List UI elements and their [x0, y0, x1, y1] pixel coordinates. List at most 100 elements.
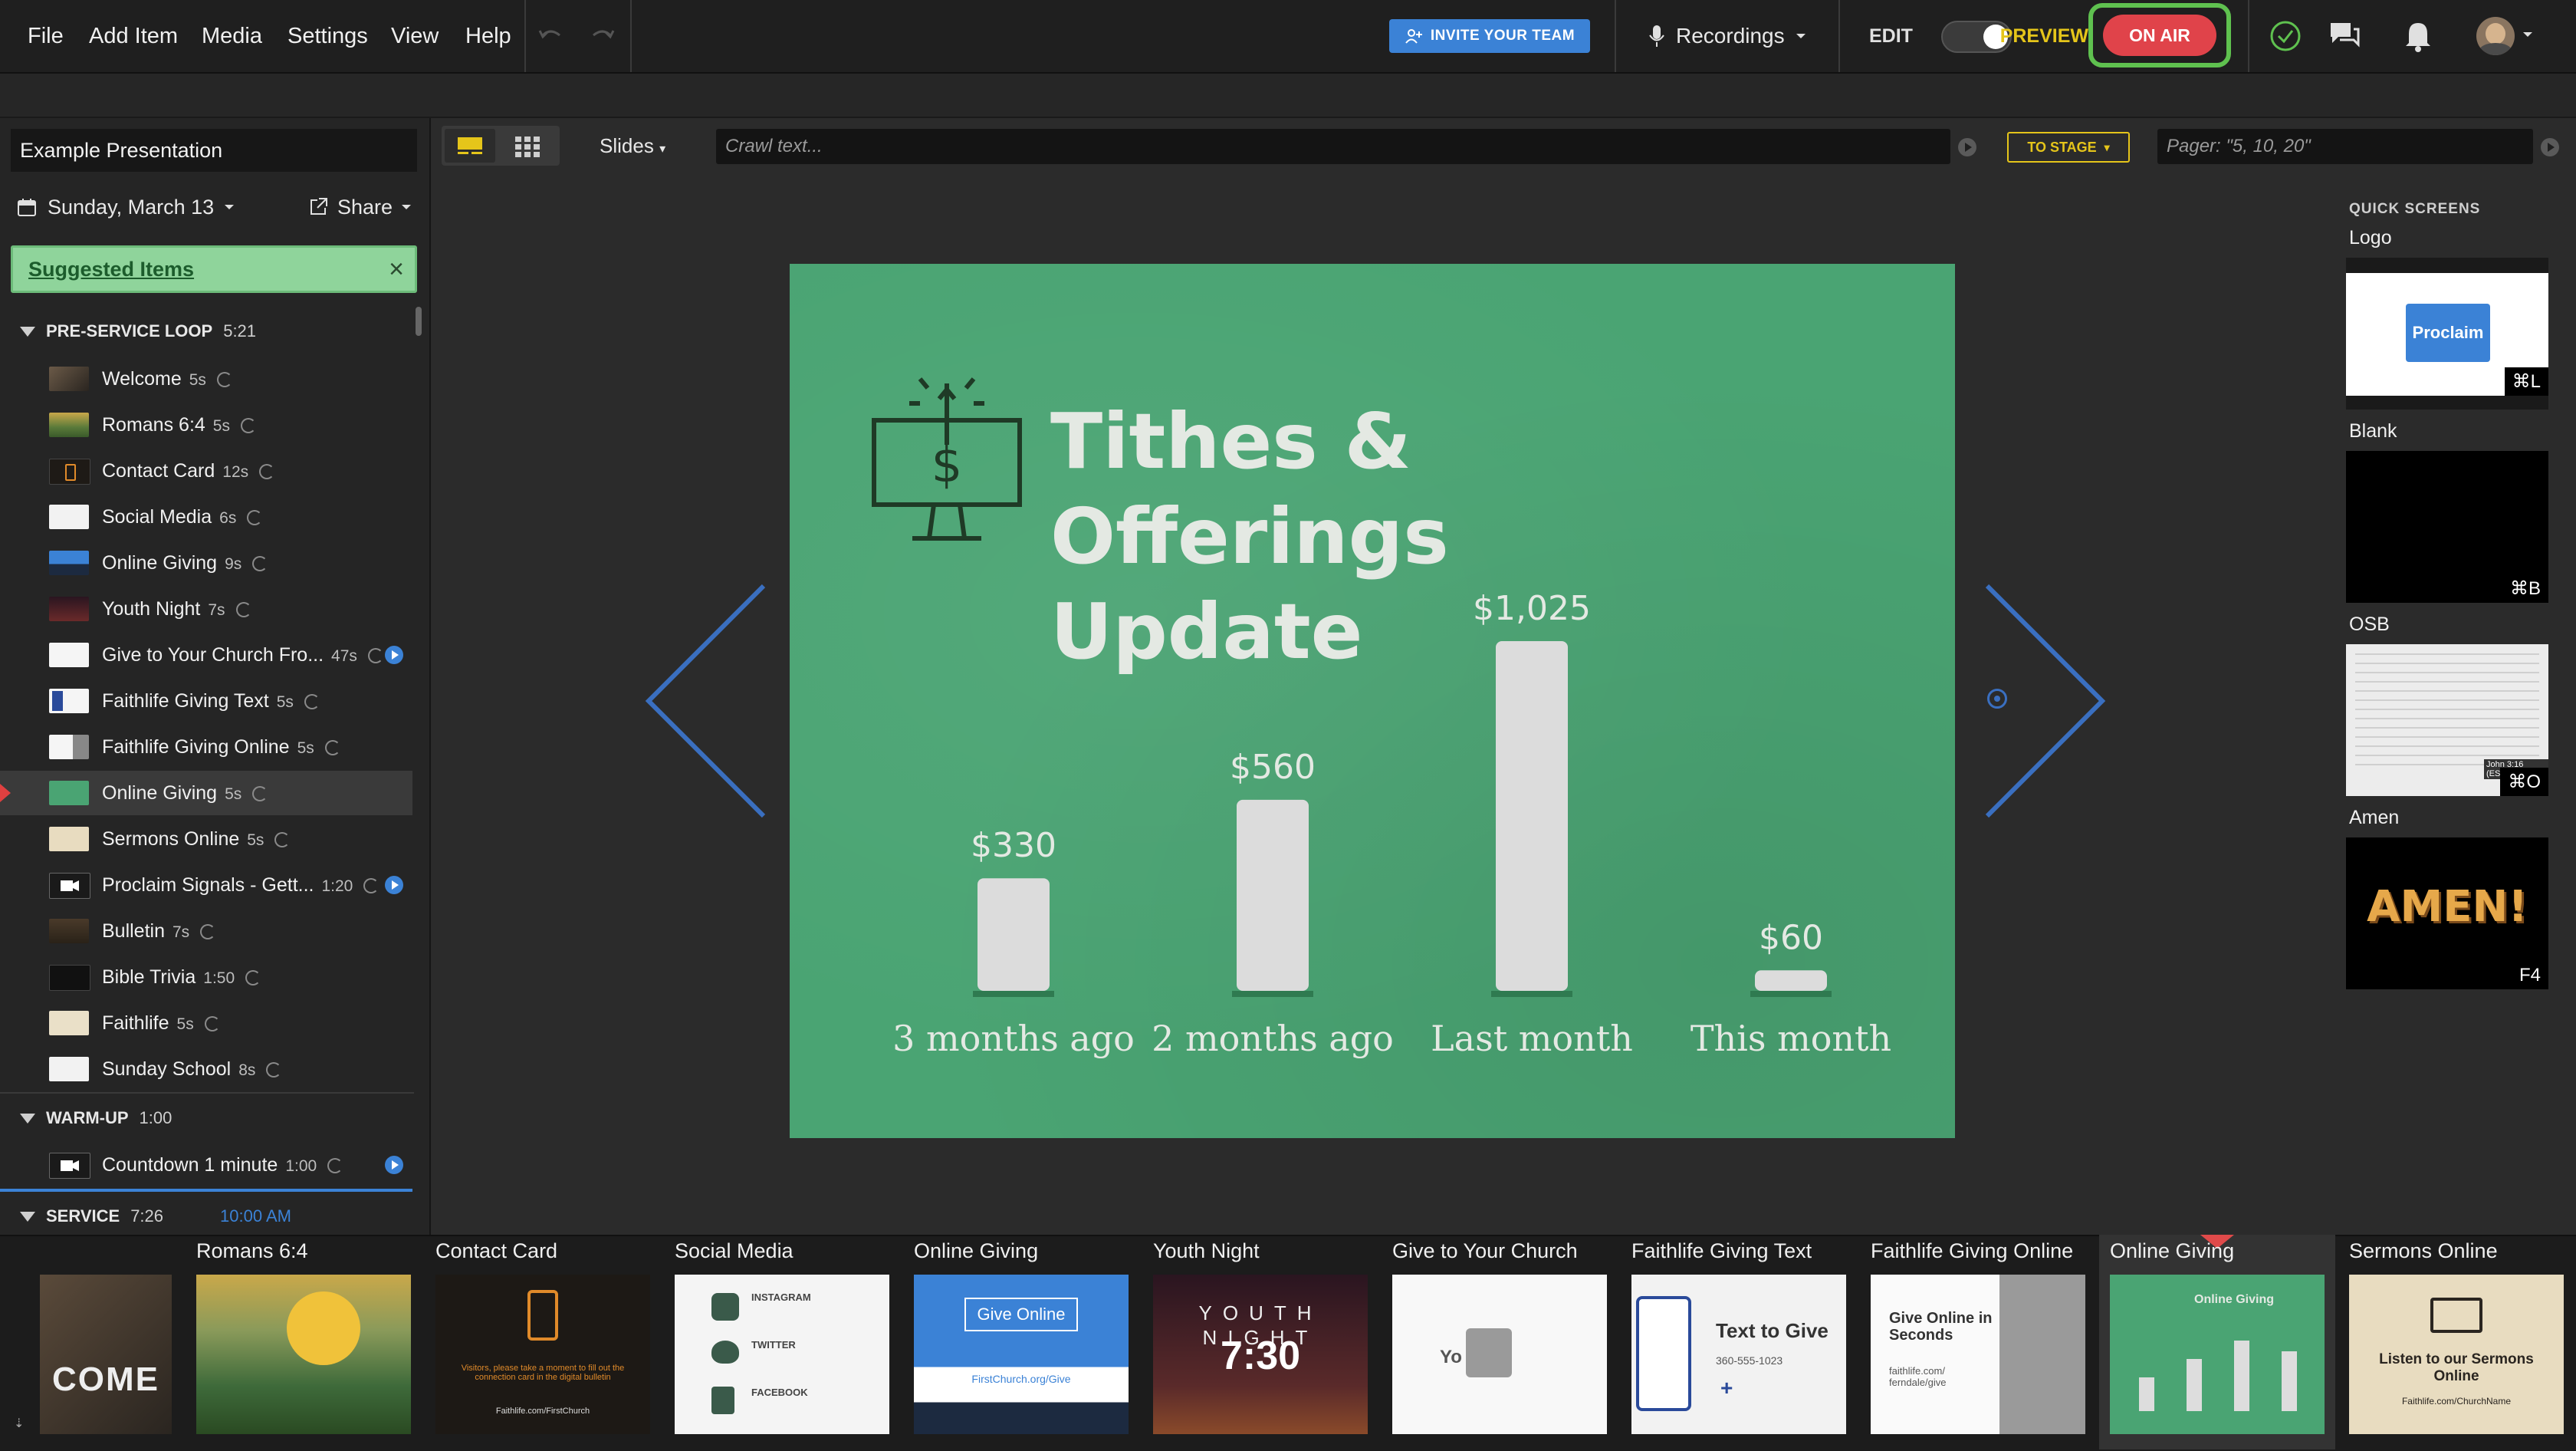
quick-screen-osb[interactable]: John 3:16 (ESV) ⌘O — [2346, 644, 2548, 796]
crawl-text-input[interactable]: Crawl text... — [716, 129, 1950, 164]
loop-icon[interactable] — [266, 1062, 282, 1078]
list-item[interactable]: Online Giving 9s — [0, 541, 412, 585]
section-header-service[interactable]: SERVICE 7:26 10:00 AM — [0, 1201, 291, 1232]
filmstrip-label: Give to Your Church — [1392, 1239, 1578, 1262]
list-item[interactable]: Faithlife Giving Text 5s — [0, 679, 412, 723]
suggested-items-link[interactable]: Suggested Items — [28, 248, 194, 291]
loop-icon[interactable] — [200, 924, 216, 940]
filmstrip-slide[interactable]: Listen to our Sermons Online Faithlife.c… — [2349, 1275, 2564, 1434]
loop-icon[interactable] — [247, 510, 263, 526]
notification-bell-icon[interactable] — [2403, 18, 2433, 52]
send-pager-button[interactable] — [2541, 138, 2559, 156]
status-check-icon[interactable] — [2269, 20, 2302, 52]
slides-dropdown[interactable]: Slides ▾ — [600, 126, 665, 166]
list-item[interactable]: Welcome 5s — [0, 357, 412, 401]
filmstrip-slide[interactable]: Give Online in Seconds faithlife.com/ fe… — [1871, 1275, 2085, 1434]
list-item[interactable]: Countdown 1 minute 1:00 — [0, 1143, 412, 1187]
suggested-items-banner[interactable]: Suggested Items × — [11, 245, 417, 293]
list-item[interactable]: Contact Card 12s — [0, 449, 412, 493]
on-air-button[interactable]: ON AIR — [2103, 15, 2216, 56]
previous-slide-arrow-icon[interactable] — [641, 578, 779, 824]
list-item-selected[interactable]: Online Giving 5s — [0, 771, 412, 815]
grid-view-icon[interactable] — [515, 137, 540, 158]
collapse-triangle-icon[interactable] — [20, 326, 35, 337]
filmstrip-slide[interactable] — [196, 1275, 411, 1434]
item-duration: 5s — [176, 1015, 194, 1033]
item-title: Youth Night — [102, 598, 201, 620]
loop-icon[interactable] — [235, 602, 251, 618]
edit-mode-label[interactable]: EDIT — [1869, 0, 1913, 72]
avatar[interactable] — [2476, 17, 2515, 55]
loop-icon[interactable] — [367, 648, 383, 664]
section-header-pre-service[interactable]: PRE-SERVICE LOOP 5:21 — [0, 316, 256, 347]
menu-add-item[interactable]: Add Item — [89, 0, 178, 72]
play-icon[interactable] — [385, 1156, 403, 1174]
service-date-dropdown[interactable]: Sunday, March 13 — [17, 192, 235, 222]
chevron-down-icon[interactable] — [2522, 31, 2533, 38]
loop-icon[interactable] — [327, 1158, 343, 1174]
loop-icon[interactable] — [304, 694, 320, 710]
loop-icon[interactable] — [252, 556, 268, 572]
list-item[interactable]: Sermons Online 5s — [0, 817, 412, 861]
filmstrip-slide[interactable]: INSTAGRAM TWITTER FACEBOOK — [675, 1275, 889, 1434]
list-item[interactable]: Romans 6:4 5s — [0, 403, 412, 447]
scrollbar[interactable] — [416, 307, 422, 336]
filmstrip-slide[interactable]: Online Giving — [2110, 1275, 2325, 1434]
list-item[interactable]: Bulletin 7s — [0, 909, 412, 953]
list-item[interactable]: Sunday School 8s — [0, 1047, 412, 1091]
invite-team-button[interactable]: INVITE YOUR TEAM — [1389, 19, 1590, 53]
section-header-warm-up[interactable]: WARM-UP 1:00 — [0, 1103, 172, 1133]
filmstrip-slide[interactable]: Text to Give 360-555-1023 + — [1631, 1275, 1846, 1434]
loop-icon[interactable] — [274, 832, 291, 848]
undo-icon[interactable] — [537, 26, 564, 46]
filmstrip-slide[interactable]: YOUTH NIGHT 7:30 — [1153, 1275, 1368, 1434]
redo-icon[interactable] — [589, 26, 616, 46]
filmstrip-slide[interactable]: COME — [40, 1275, 172, 1434]
to-stage-dropdown[interactable]: TO STAGE ▾ — [2007, 132, 2130, 163]
quick-screen-logo[interactable]: Proclaim ⌘L — [2346, 258, 2548, 410]
single-slide-view-button[interactable] — [445, 129, 495, 163]
recordings-dropdown[interactable]: Recordings — [1648, 0, 1806, 72]
collapse-triangle-icon[interactable] — [20, 1113, 35, 1124]
filmstrip-slide[interactable]: Give Online FirstChurch.org/Give — [914, 1275, 1129, 1434]
menu-file[interactable]: File — [28, 0, 64, 72]
menu-view[interactable]: View — [391, 0, 439, 72]
filmstrip-slide[interactable]: Visitors, please take a moment to fill o… — [435, 1275, 650, 1434]
list-item[interactable]: Social Media 6s — [0, 495, 412, 539]
item-thumbnail — [49, 827, 89, 851]
item-duration: 5s — [225, 785, 242, 803]
collapse-triangle-icon[interactable] — [20, 1211, 35, 1222]
quick-screen-amen[interactable]: AMEN! F4 — [2346, 837, 2548, 989]
play-icon[interactable] — [385, 876, 403, 894]
presentation-title[interactable]: Example Presentation — [11, 129, 417, 172]
loop-icon[interactable] — [363, 878, 380, 894]
list-item[interactable]: Give to Your Church Fro... 47s — [0, 633, 412, 677]
current-slide[interactable]: $ Tithes & Offerings Update $330 3 months… — [790, 264, 1955, 1138]
loop-icon[interactable] — [259, 464, 275, 480]
list-item[interactable]: Faithlife 5s — [0, 1001, 412, 1045]
loop-icon[interactable] — [204, 1016, 220, 1032]
menu-media[interactable]: Media — [202, 0, 262, 72]
quick-screen-blank[interactable]: ⌘B — [2346, 451, 2548, 603]
close-icon[interactable]: × — [389, 255, 404, 283]
list-item[interactable]: Proclaim Signals - Gett... 1:20 — [0, 863, 412, 907]
send-crawl-button[interactable] — [1958, 138, 1976, 156]
expand-filmstrip-icon[interactable]: ⇣ — [14, 1416, 24, 1431]
chevron-down-icon — [402, 205, 412, 209]
loop-icon[interactable] — [252, 786, 268, 802]
preview-mode-label[interactable]: PREVIEW — [1996, 0, 2088, 72]
list-item[interactable]: Faithlife Giving Online 5s — [0, 725, 412, 769]
share-dropdown[interactable]: Share — [308, 192, 412, 222]
loop-icon[interactable] — [216, 372, 232, 388]
filmstrip-slide[interactable]: Yo rch — [1392, 1275, 1607, 1434]
list-item[interactable]: Bible Trivia 1:50 — [0, 955, 412, 999]
loop-icon[interactable] — [240, 418, 256, 434]
chat-icon[interactable] — [2328, 20, 2361, 51]
menu-settings[interactable]: Settings — [288, 0, 368, 72]
list-item[interactable]: Youth Night 7s — [0, 587, 412, 631]
menu-help[interactable]: Help — [465, 0, 511, 72]
pager-input[interactable]: Pager: "5, 10, 20" — [2157, 129, 2533, 164]
loop-icon[interactable] — [324, 740, 340, 756]
play-icon[interactable] — [385, 646, 403, 664]
loop-icon[interactable] — [245, 970, 261, 986]
